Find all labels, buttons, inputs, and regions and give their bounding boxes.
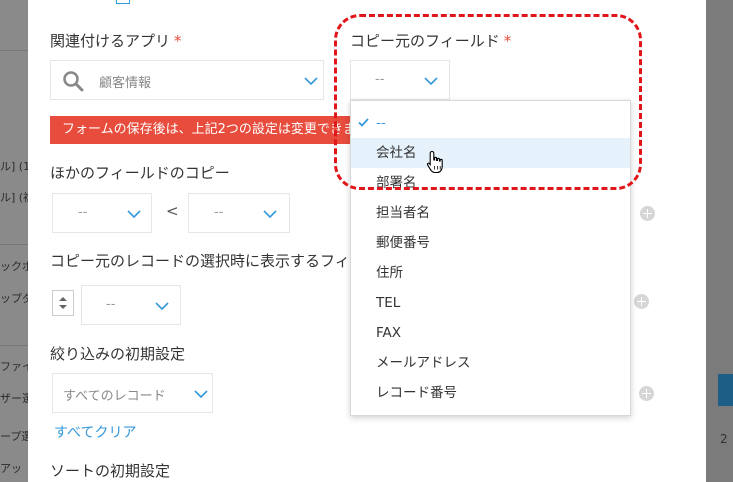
filter-value: すべてのレコード [63, 389, 166, 404]
plus-circle-icon[interactable] [640, 206, 655, 221]
copy-to-select[interactable]: -- [188, 193, 290, 233]
search-icon [63, 71, 84, 92]
field-settings-dialog: 関連付けるアプリ * 顧客情報 コピー元のフィールド * -- フォームの保存後は、… [28, 0, 706, 482]
background-text: 2 [720, 432, 728, 446]
other-field-copy-label: ほかのフィールドのコピー [50, 164, 230, 182]
dropdown-item[interactable]: FAX [351, 318, 630, 348]
dropdown-item[interactable]: 郵便番号 [351, 228, 630, 258]
dropdown-item-label: 担当者名 [376, 205, 430, 221]
warning-banner: フォームの保存後は、上記2つの設定は変更できません [50, 116, 380, 144]
background-page-left: ル] (1行 ル] (複数 ックボ ップダ ファイ ザー選 ープ選 アッ [0, 0, 28, 482]
divider [0, 345, 28, 346]
divider [0, 244, 28, 245]
chevron-down-icon [126, 209, 142, 219]
chevron-down-icon [193, 389, 209, 399]
highlight-annotation [334, 14, 642, 190]
divider [0, 50, 28, 51]
clear-all-link[interactable]: すべてクリア [54, 422, 136, 442]
copy-to-value: -- [214, 205, 224, 220]
stepper-icon[interactable] [52, 290, 74, 316]
copy-arrow: < [166, 202, 179, 220]
related-app-label: 関連付けるアプリ * [50, 32, 182, 50]
background-page-right: 2 [706, 0, 733, 482]
dropdown-item-label: メールアドレス [376, 355, 471, 371]
chevron-down-icon [303, 76, 319, 86]
copy-from-select[interactable]: -- [52, 193, 152, 233]
checkbox-partial[interactable] [116, 0, 130, 4]
filter-select[interactable]: すべてのレコード [52, 373, 213, 413]
display-field-select[interactable]: -- [81, 285, 181, 325]
background-row: ープ選 [0, 430, 28, 443]
chevron-down-icon [262, 209, 278, 219]
background-row: ックボ [0, 260, 28, 273]
background-row: アッ [0, 462, 22, 475]
dropdown-item[interactable]: 担当者名 [351, 198, 630, 228]
dropdown-item-label: TEL [376, 295, 401, 311]
display-field-value: -- [106, 297, 116, 312]
plus-circle-icon[interactable] [639, 386, 654, 401]
background-row: ザー選 [0, 392, 28, 405]
dropdown-item-label: FAX [376, 325, 402, 341]
related-app-value: 顧客情報 [99, 76, 152, 91]
background-button [718, 374, 733, 406]
dropdown-item[interactable]: 住所 [351, 258, 630, 288]
dropdown-item[interactable]: メールアドレス [351, 348, 630, 378]
chevron-down-icon [154, 301, 170, 311]
dropdown-item-label: 住所 [376, 265, 403, 281]
filter-default-label: 絞り込みの初期設定 [50, 345, 186, 363]
dropdown-item[interactable]: レコード番号 [351, 378, 630, 408]
related-app-select[interactable]: 顧客情報 [50, 60, 324, 100]
background-row: ル] (複数 [0, 191, 28, 204]
display-on-select-label: コピー元のレコードの選択時に表示するフィールド [50, 252, 350, 270]
hand-cursor-icon [426, 150, 443, 174]
copy-from-value: -- [78, 205, 88, 220]
dropdown-item-label: レコード番号 [376, 385, 457, 401]
background-row: ファイ [0, 360, 28, 373]
dropdown-item-label: 郵便番号 [376, 235, 430, 251]
dropdown-item[interactable]: TEL [351, 288, 630, 318]
plus-circle-icon[interactable] [634, 294, 649, 309]
background-row: ル] (1行 [0, 160, 28, 173]
sort-default-label: ソートの初期設定 [50, 462, 171, 480]
background-row: ップダ [0, 292, 28, 305]
